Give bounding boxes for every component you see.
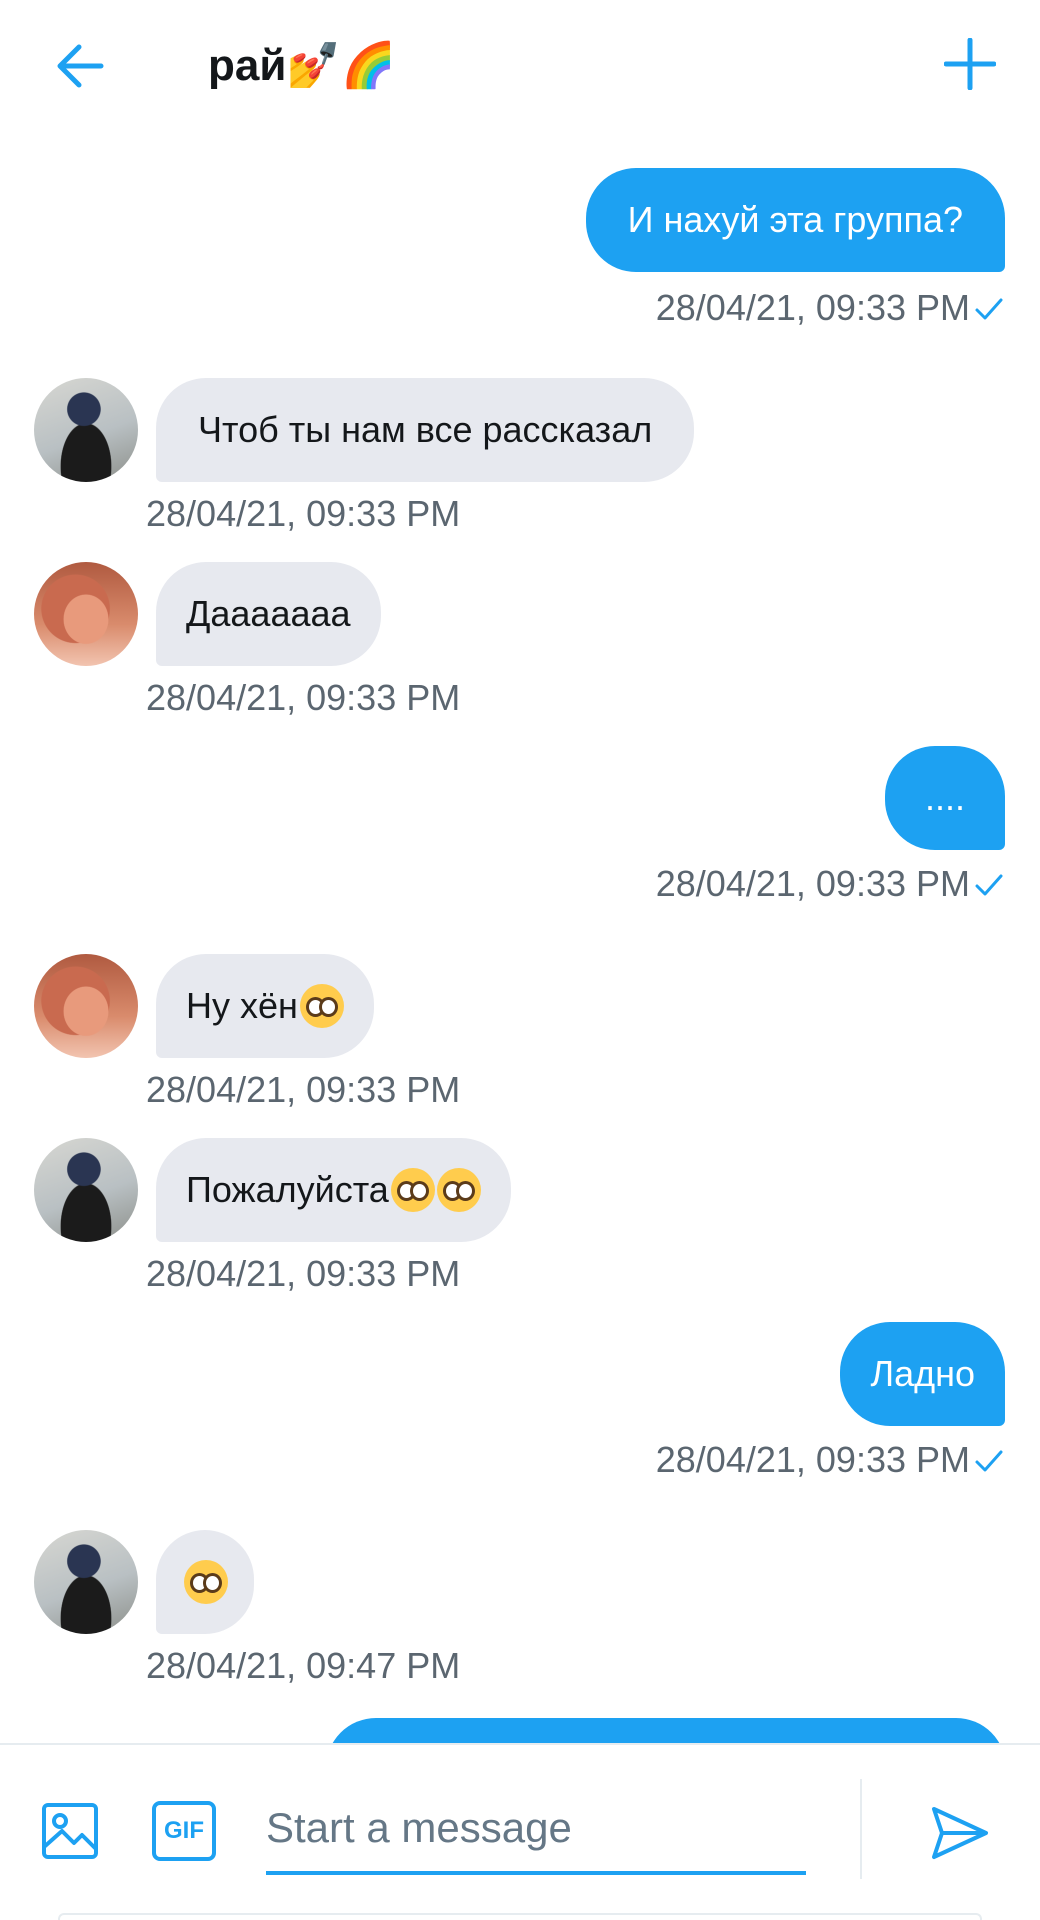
incoming-message[interactable]: Чтоб ты нам все рассказал <box>156 378 695 482</box>
message-text: Пожалуйста <box>186 1169 389 1210</box>
message-timestamp: 28/04/21, 09:33 PM <box>146 1069 461 1110</box>
gif-button[interactable]: GIF <box>152 1801 216 1861</box>
outgoing-message[interactable]: Ладно <box>840 1322 1005 1426</box>
pleading-face-emoji <box>299 984 344 1028</box>
incoming-message[interactable]: Пожалуйста <box>156 1138 511 1242</box>
sent-check-icon <box>975 874 1003 896</box>
message-text: Ладно <box>870 1353 975 1394</box>
message-timestamp: 28/04/21, 09:33 PM <box>655 287 970 328</box>
message-text: Дааааааа <box>186 593 351 634</box>
pleading-face-emoji <box>390 1168 435 1212</box>
outgoing-message[interactable]: И нахуй эта группа? <box>585 168 1005 272</box>
sent-check-icon <box>975 1450 1003 1472</box>
sender-avatar[interactable] <box>34 954 138 1058</box>
home-indicator <box>58 1913 982 1920</box>
pleading-face-emoji <box>184 1560 228 1604</box>
back-button[interactable] <box>52 38 108 94</box>
plus-icon <box>944 38 996 90</box>
outgoing-message-partial[interactable] <box>326 1718 1006 1743</box>
incoming-message[interactable]: Ну хён <box>156 954 374 1058</box>
message-text: Ну хён <box>186 985 298 1026</box>
conversation-header: рай💅🌈 <box>0 0 1040 130</box>
message-timestamp: 28/04/21, 09:33 PM <box>146 493 461 534</box>
message-timestamp: 28/04/21, 09:33 PM <box>146 677 461 718</box>
add-participant-button[interactable] <box>940 34 1000 94</box>
outgoing-message[interactable]: .... <box>884 746 1005 850</box>
message-input[interactable] <box>266 1785 806 1875</box>
message-text: Чтоб ты нам все рассказал <box>198 409 653 450</box>
sender-avatar[interactable] <box>34 562 138 666</box>
message-timestamp: 28/04/21, 09:33 PM <box>655 1439 970 1480</box>
pleading-face-emoji <box>436 1168 481 1212</box>
sender-avatar[interactable] <box>34 1138 138 1242</box>
message-composer: GIF <box>0 1743 1040 1920</box>
message-timestamp: 28/04/21, 09:47 PM <box>146 1645 461 1686</box>
send-icon[interactable] <box>930 1803 990 1863</box>
message-list: И нахуй эта группа? 28/04/21, 09:33 PM Ч… <box>0 130 1040 1743</box>
message-timestamp: 28/04/21, 09:33 PM <box>655 863 970 904</box>
incoming-message[interactable] <box>156 1530 254 1634</box>
composer-divider <box>860 1779 862 1879</box>
message-text: И нахуй эта группа? <box>627 199 963 240</box>
sent-check-icon <box>975 298 1003 320</box>
sender-avatar[interactable] <box>34 378 138 482</box>
image-icon[interactable] <box>40 1801 100 1861</box>
message-text: .... <box>924 777 965 818</box>
arrow-left-icon <box>57 44 104 88</box>
sender-avatar[interactable] <box>34 1530 138 1634</box>
message-timestamp: 28/04/21, 09:33 PM <box>146 1253 461 1294</box>
conversation-title: рай💅🌈 <box>208 41 396 90</box>
incoming-message[interactable]: Дааааааа <box>156 562 381 666</box>
